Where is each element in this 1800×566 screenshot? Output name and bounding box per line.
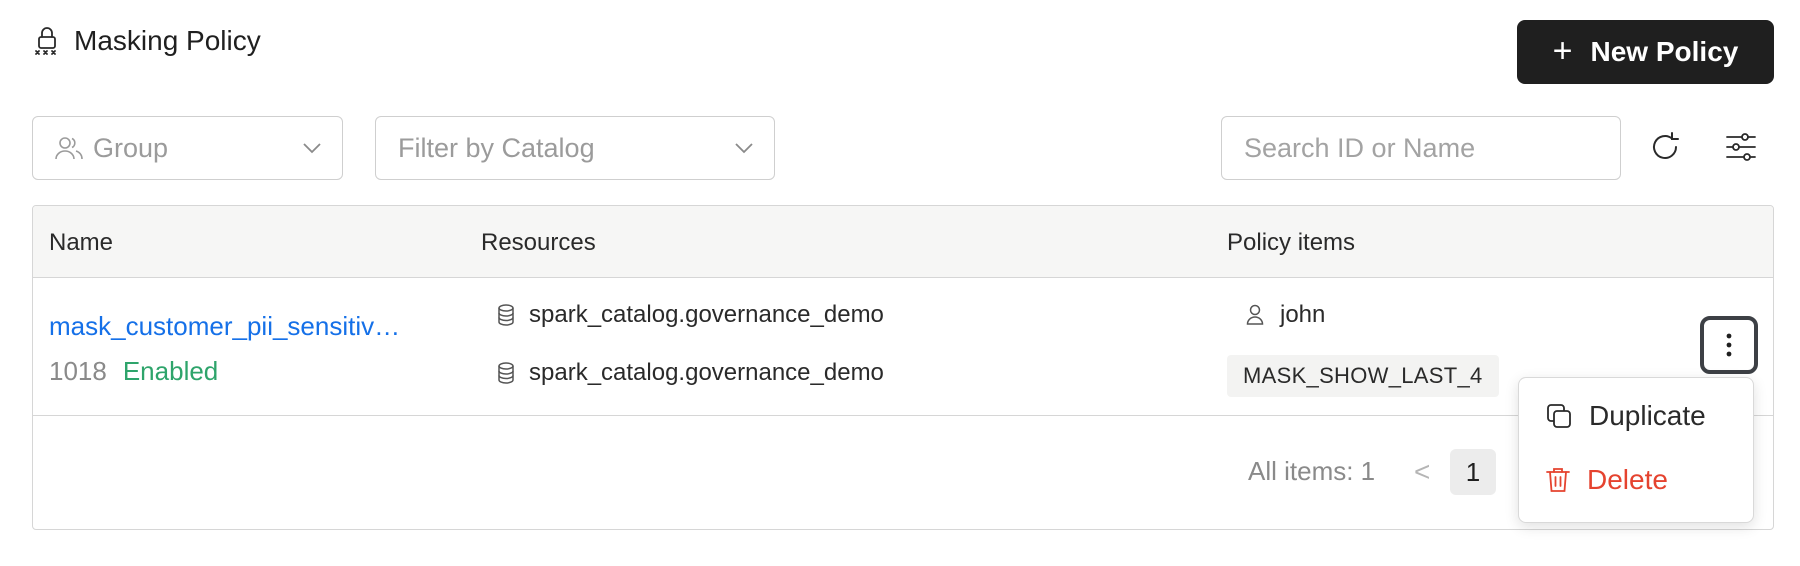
row-actions-button[interactable]: [1700, 316, 1758, 374]
pagination-total: All items: 1: [1248, 456, 1376, 486]
table-header: Name Resources Policy items: [33, 206, 1773, 278]
column-header-name: Name: [49, 229, 114, 256]
column-header-resources: Resources: [481, 229, 596, 256]
resource-item: spark_catalog.governance_demo: [497, 301, 884, 329]
resource-name: spark_catalog.governance_demo: [529, 301, 884, 328]
copy-icon: [1547, 404, 1571, 428]
chevron-down-icon: [734, 142, 754, 154]
group-select[interactable]: Group: [32, 116, 343, 180]
search-input[interactable]: [1221, 116, 1621, 180]
row-actions-menu: Duplicate Delete: [1518, 377, 1754, 523]
catalog-filter-select[interactable]: Filter by Catalog: [375, 116, 775, 180]
resource-name: spark_catalog.governance_demo: [529, 359, 884, 386]
policy-table: Name Resources Policy items mask_custome…: [32, 205, 1774, 530]
users-icon: [55, 135, 83, 161]
refresh-icon: [1653, 132, 1679, 159]
policy-user: john: [1246, 301, 1325, 329]
menu-item-delete[interactable]: Delete: [1545, 464, 1668, 496]
menu-item-duplicate-label: Duplicate: [1589, 400, 1706, 431]
new-policy-label: New Policy: [1590, 36, 1739, 67]
column-settings-button[interactable]: [1716, 122, 1766, 172]
page-header: Masking Policy: [32, 24, 261, 58]
masking-policy-page: Masking Policy + New Policy Group Filter…: [0, 0, 1800, 566]
refresh-button[interactable]: [1640, 122, 1690, 172]
page-title: Masking Policy: [74, 25, 261, 56]
column-header-policy-items: Policy items: [1227, 229, 1356, 256]
table-row: mask_customer_pii_sensitiv… 1018 Enabled…: [33, 278, 1773, 416]
database-icon: [498, 362, 514, 384]
new-policy-button[interactable]: + New Policy: [1517, 20, 1774, 84]
menu-item-duplicate[interactable]: Duplicate: [1545, 400, 1706, 432]
resource-item: spark_catalog.governance_demo: [497, 359, 884, 387]
user-icon: [1246, 304, 1264, 325]
database-icon: [498, 304, 514, 326]
sliders-icon: [1726, 133, 1756, 161]
chevron-down-icon: [302, 142, 322, 154]
status-badge: Enabled: [122, 356, 219, 386]
catalog-filter-placeholder: Filter by Catalog: [398, 132, 595, 163]
pagination-page[interactable]: 1: [1450, 449, 1496, 495]
pagination-prev-button[interactable]: <: [1414, 456, 1430, 488]
policy-name-link[interactable]: mask_customer_pii_sensitiv…: [49, 311, 400, 342]
mask-type-tag: MASK_SHOW_LAST_4: [1227, 355, 1499, 397]
policy-id: 1018: [49, 356, 107, 386]
trash-icon: [1546, 468, 1570, 492]
plus-icon: +: [1552, 32, 1573, 70]
policy-user-name: john: [1280, 301, 1326, 328]
menu-item-delete-label: Delete: [1587, 464, 1668, 495]
group-select-value: Group: [93, 132, 169, 163]
masked-lock-icon: [32, 24, 62, 58]
more-vertical-icon: [1726, 333, 1732, 357]
policy-meta: 1018 Enabled: [49, 356, 218, 387]
